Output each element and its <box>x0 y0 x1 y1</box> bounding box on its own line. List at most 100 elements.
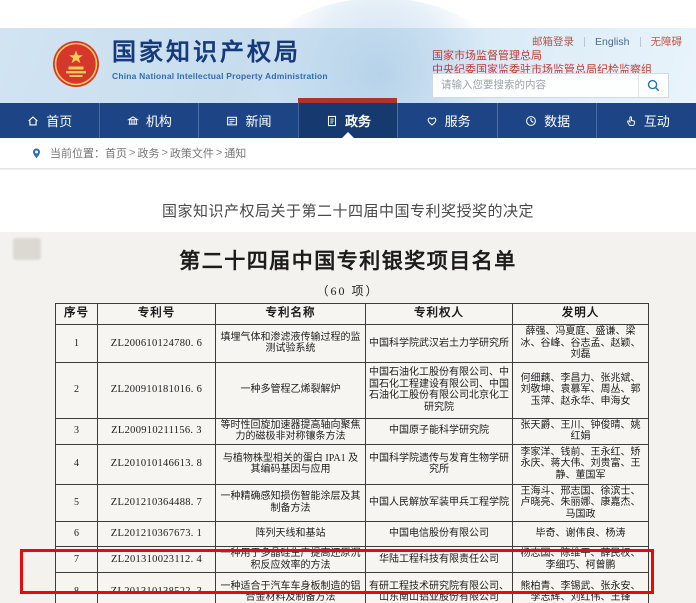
breadcrumb-separator: > <box>216 147 222 159</box>
document-title: 第二十四届中国专利银奖项目名单 <box>0 245 696 275</box>
cell-patent-name: 填埋气体和渗滤液传输过程的监测试验系统 <box>216 325 366 363</box>
breadcrumb-notice[interactable]: 通知 <box>224 145 246 161</box>
cell-patent-name: 阵列天线和基站 <box>216 522 366 547</box>
cell-index: 7 <box>56 547 98 573</box>
cell-inventors: 李家洋、钱前、王永红、矫永庆、蒋大伟、刘贵富、王静、董国军 <box>513 444 649 484</box>
table-row: 6 ZL201210367673. 1 阵列天线和基站 中国电信股份有限公司 毕… <box>56 522 649 547</box>
site-title: 国家知识产权局 <box>112 38 328 68</box>
col-header-inventors: 发明人 <box>513 304 649 325</box>
nav-item-services[interactable]: 服务 <box>397 103 497 138</box>
article-title: 国家知识产权局关于第二十四届中国专利奖授奖的决定 <box>0 200 696 221</box>
cell-patent-name: 一种多管程乙烯裂解炉 <box>216 362 366 418</box>
nav-item-government-affairs[interactable]: 政务 <box>298 103 398 138</box>
cell-index: 4 <box>56 444 98 484</box>
nav-label: 政务 <box>345 111 371 130</box>
table-row: 4 ZL201010146613. 8 与植物株型相关的蛋白 IPA1 及其编码… <box>56 444 649 484</box>
cell-inventors: 杨志国、陈维平、薛民权、李细巧、柯曾鹏 <box>513 547 649 573</box>
nav-item-interaction[interactable]: 互动 <box>596 103 696 138</box>
cell-patent-name: 等时性回旋加速器提高轴向聚焦力的磁极非对称镶条方法 <box>216 418 366 444</box>
nav-item-home[interactable]: 首页 <box>0 103 99 138</box>
cell-patent-no: ZL201310023112. 4 <box>98 547 216 573</box>
table-header-row: 序号 专利号 专利名称 专利权人 发明人 <box>56 304 649 325</box>
breadcrumb-home[interactable]: 首页 <box>105 145 127 161</box>
breadcrumb-label: 当前位置： <box>50 145 105 161</box>
col-header-patent-name: 专利名称 <box>216 304 366 325</box>
breadcrumb-policy-docs[interactable]: 政策文件 <box>170 145 214 161</box>
breadcrumb-gov-affairs[interactable]: 政务 <box>137 145 159 161</box>
breadcrumb: 当前位置： 首页 > 政务 > 政策文件 > 通知 <box>0 138 696 169</box>
divider <box>584 37 585 47</box>
cell-inventors: 薛强、冯夏庭、盛谦、梁冰、谷峰、谷志孟、赵颖、刘磊 <box>513 325 649 363</box>
accessibility-link[interactable]: 无障碍 <box>651 34 683 49</box>
search-icon <box>646 78 661 93</box>
site-logo-link[interactable]: 国家知识产权局 China National Intellectual Prop… <box>52 38 328 88</box>
samr-link[interactable]: 国家市场监督管理总局 <box>432 49 652 63</box>
site-title-english: China National Intellectual Property Adm… <box>112 71 328 81</box>
cell-patent-no: ZL201210364488. 7 <box>98 484 216 522</box>
institution-icon <box>126 114 140 128</box>
hand-icon <box>624 114 638 128</box>
cell-inventors: 何细藕、李昌力、张兆斌、刘敬坤、袁慕军、周丛、郭玉萍、赵永华、申海女 <box>513 362 649 418</box>
patent-award-table: 序号 专利号 专利名称 专利权人 发明人 1 ZL200610124780. 6… <box>55 303 649 603</box>
cell-patentee: 中国电信股份有限公司 <box>366 522 513 547</box>
home-icon <box>26 114 40 128</box>
table-row-highlighted: 8 ZL201310138522. 3 一种适合于汽车车身板制造的铝合金材料及制… <box>56 573 649 603</box>
nav-item-data[interactable]: 数据 <box>497 103 597 138</box>
cell-index: 6 <box>56 522 98 547</box>
article-header: 国家知识产权局关于第二十四届中国专利奖授奖的决定 <box>0 169 696 232</box>
cell-inventors: 王海斗、邢志国、徐滨士、卢晓亮、朱丽娜、康嘉杰、马国政 <box>513 484 649 522</box>
search-input[interactable] <box>433 74 638 97</box>
cell-patent-name: 一种精确感知损伤智能涂层及其制备方法 <box>216 484 366 522</box>
table-row: 5 ZL201210364488. 7 一种精确感知损伤智能涂层及其制备方法 中… <box>56 484 649 522</box>
cell-patentee: 中国科学院遗传与发育生物学研究所 <box>366 444 513 484</box>
cell-patentee: 有研工程技术研究院有限公司、山东南山铝业股份有限公司 <box>366 573 513 603</box>
data-icon <box>524 114 538 128</box>
nav-label: 互动 <box>644 111 670 130</box>
cell-patent-no: ZL200610124780. 6 <box>98 325 216 363</box>
cell-index: 8 <box>56 573 98 603</box>
table-row: 7 ZL201310023112. 4 一种用于多晶硅生产提高还原沉积反应效率的… <box>56 547 649 573</box>
site-banner: 国家知识产权局 China National Intellectual Prop… <box>0 28 696 103</box>
breadcrumb-separator: > <box>161 147 167 159</box>
page: 国家知识产权局 China National Intellectual Prop… <box>0 0 696 603</box>
document-icon <box>325 114 339 128</box>
cell-index: 2 <box>56 362 98 418</box>
scanned-document: 第二十四届中国专利银奖项目名单 （60 项） 序号 专利号 专利名称 专利权人 … <box>0 232 696 603</box>
search-button[interactable] <box>638 74 668 97</box>
cell-patentee: 中国石油化工股份有限公司、中国石化工程建设有限公司、中国石油化工股份有限公司北京… <box>366 362 513 418</box>
table-row: 3 ZL200910211156. 3 等时性回旋加速器提高轴向聚焦力的磁极非对… <box>56 418 649 444</box>
col-header-patent-no: 专利号 <box>98 304 216 325</box>
document-count-note: （60 项） <box>0 282 696 299</box>
search-box <box>432 73 669 98</box>
cell-patent-no: ZL200910211156. 3 <box>98 418 216 444</box>
cell-patent-no: ZL200910181016. 6 <box>98 362 216 418</box>
cell-patentee: 华陆工程科技有限责任公司 <box>366 547 513 573</box>
col-header-patentee: 专利权人 <box>366 304 513 325</box>
nav-item-news[interactable]: 新闻 <box>198 103 298 138</box>
nav-item-institution[interactable]: 机构 <box>99 103 199 138</box>
cell-patent-no: ZL201310138522. 3 <box>98 573 216 603</box>
cell-patentee: 中国原子能科学研究院 <box>366 418 513 444</box>
cell-inventors: 张天爵、王川、钟俊晴、姚红娟 <box>513 418 649 444</box>
nav-label: 新闻 <box>245 111 271 130</box>
nav-label: 数据 <box>544 111 570 130</box>
scan-artifact <box>13 238 41 260</box>
cell-index: 1 <box>56 325 98 363</box>
mail-login-link[interactable]: 邮箱登录 <box>532 34 574 49</box>
nav-label: 机构 <box>146 111 172 130</box>
cell-patent-name: 一种适合于汽车车身板制造的铝合金材料及制备方法 <box>216 573 366 603</box>
site-names: 国家知识产权局 China National Intellectual Prop… <box>112 38 328 81</box>
english-link[interactable]: English <box>595 36 629 48</box>
cell-patent-name: 一种用于多晶硅生产提高还原沉积反应效率的方法 <box>216 547 366 573</box>
nav-label: 首页 <box>46 111 72 130</box>
cell-patent-name: 与植物株型相关的蛋白 IPA1 及其编码基因与应用 <box>216 444 366 484</box>
cell-patent-no: ZL201210367673. 1 <box>98 522 216 547</box>
nav-label: 服务 <box>445 111 471 130</box>
cell-patent-no: ZL201010146613. 8 <box>98 444 216 484</box>
news-icon <box>225 114 239 128</box>
cell-patentee: 中国科学院武汉岩土力学研究所 <box>366 325 513 363</box>
location-pin-icon <box>30 147 43 160</box>
divider <box>640 37 641 47</box>
cell-index: 3 <box>56 418 98 444</box>
cell-inventors: 毕奇、谢伟良、杨涛 <box>513 522 649 547</box>
